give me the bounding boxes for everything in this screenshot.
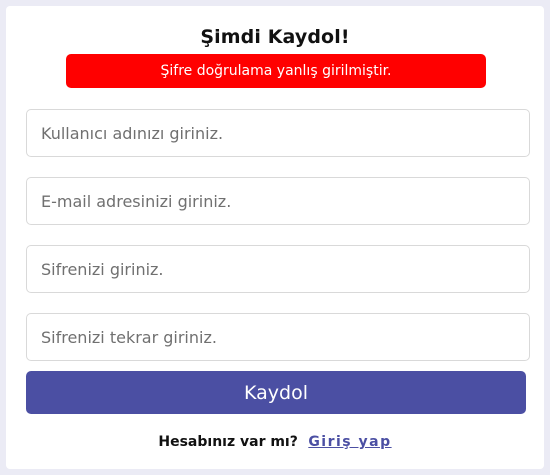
password-input[interactable] [26,245,530,293]
password-confirm-input[interactable] [26,313,530,361]
form-title: Şimdi Kaydol! [200,26,350,48]
register-button[interactable]: Kaydol [26,371,526,414]
login-prompt: Hesabınız var mı? Giriş yap [6,434,544,450]
login-question: Hesabınız var mı? [158,434,298,450]
login-link[interactable]: Giriş yap [308,434,391,450]
email-input[interactable] [26,177,530,225]
error-alert: Şifre doğrulama yanlış girilmiştir. [66,54,486,88]
signup-card: Şimdi Kaydol! Şifre doğrulama yanlış gir… [6,6,544,469]
username-input[interactable] [26,109,530,157]
